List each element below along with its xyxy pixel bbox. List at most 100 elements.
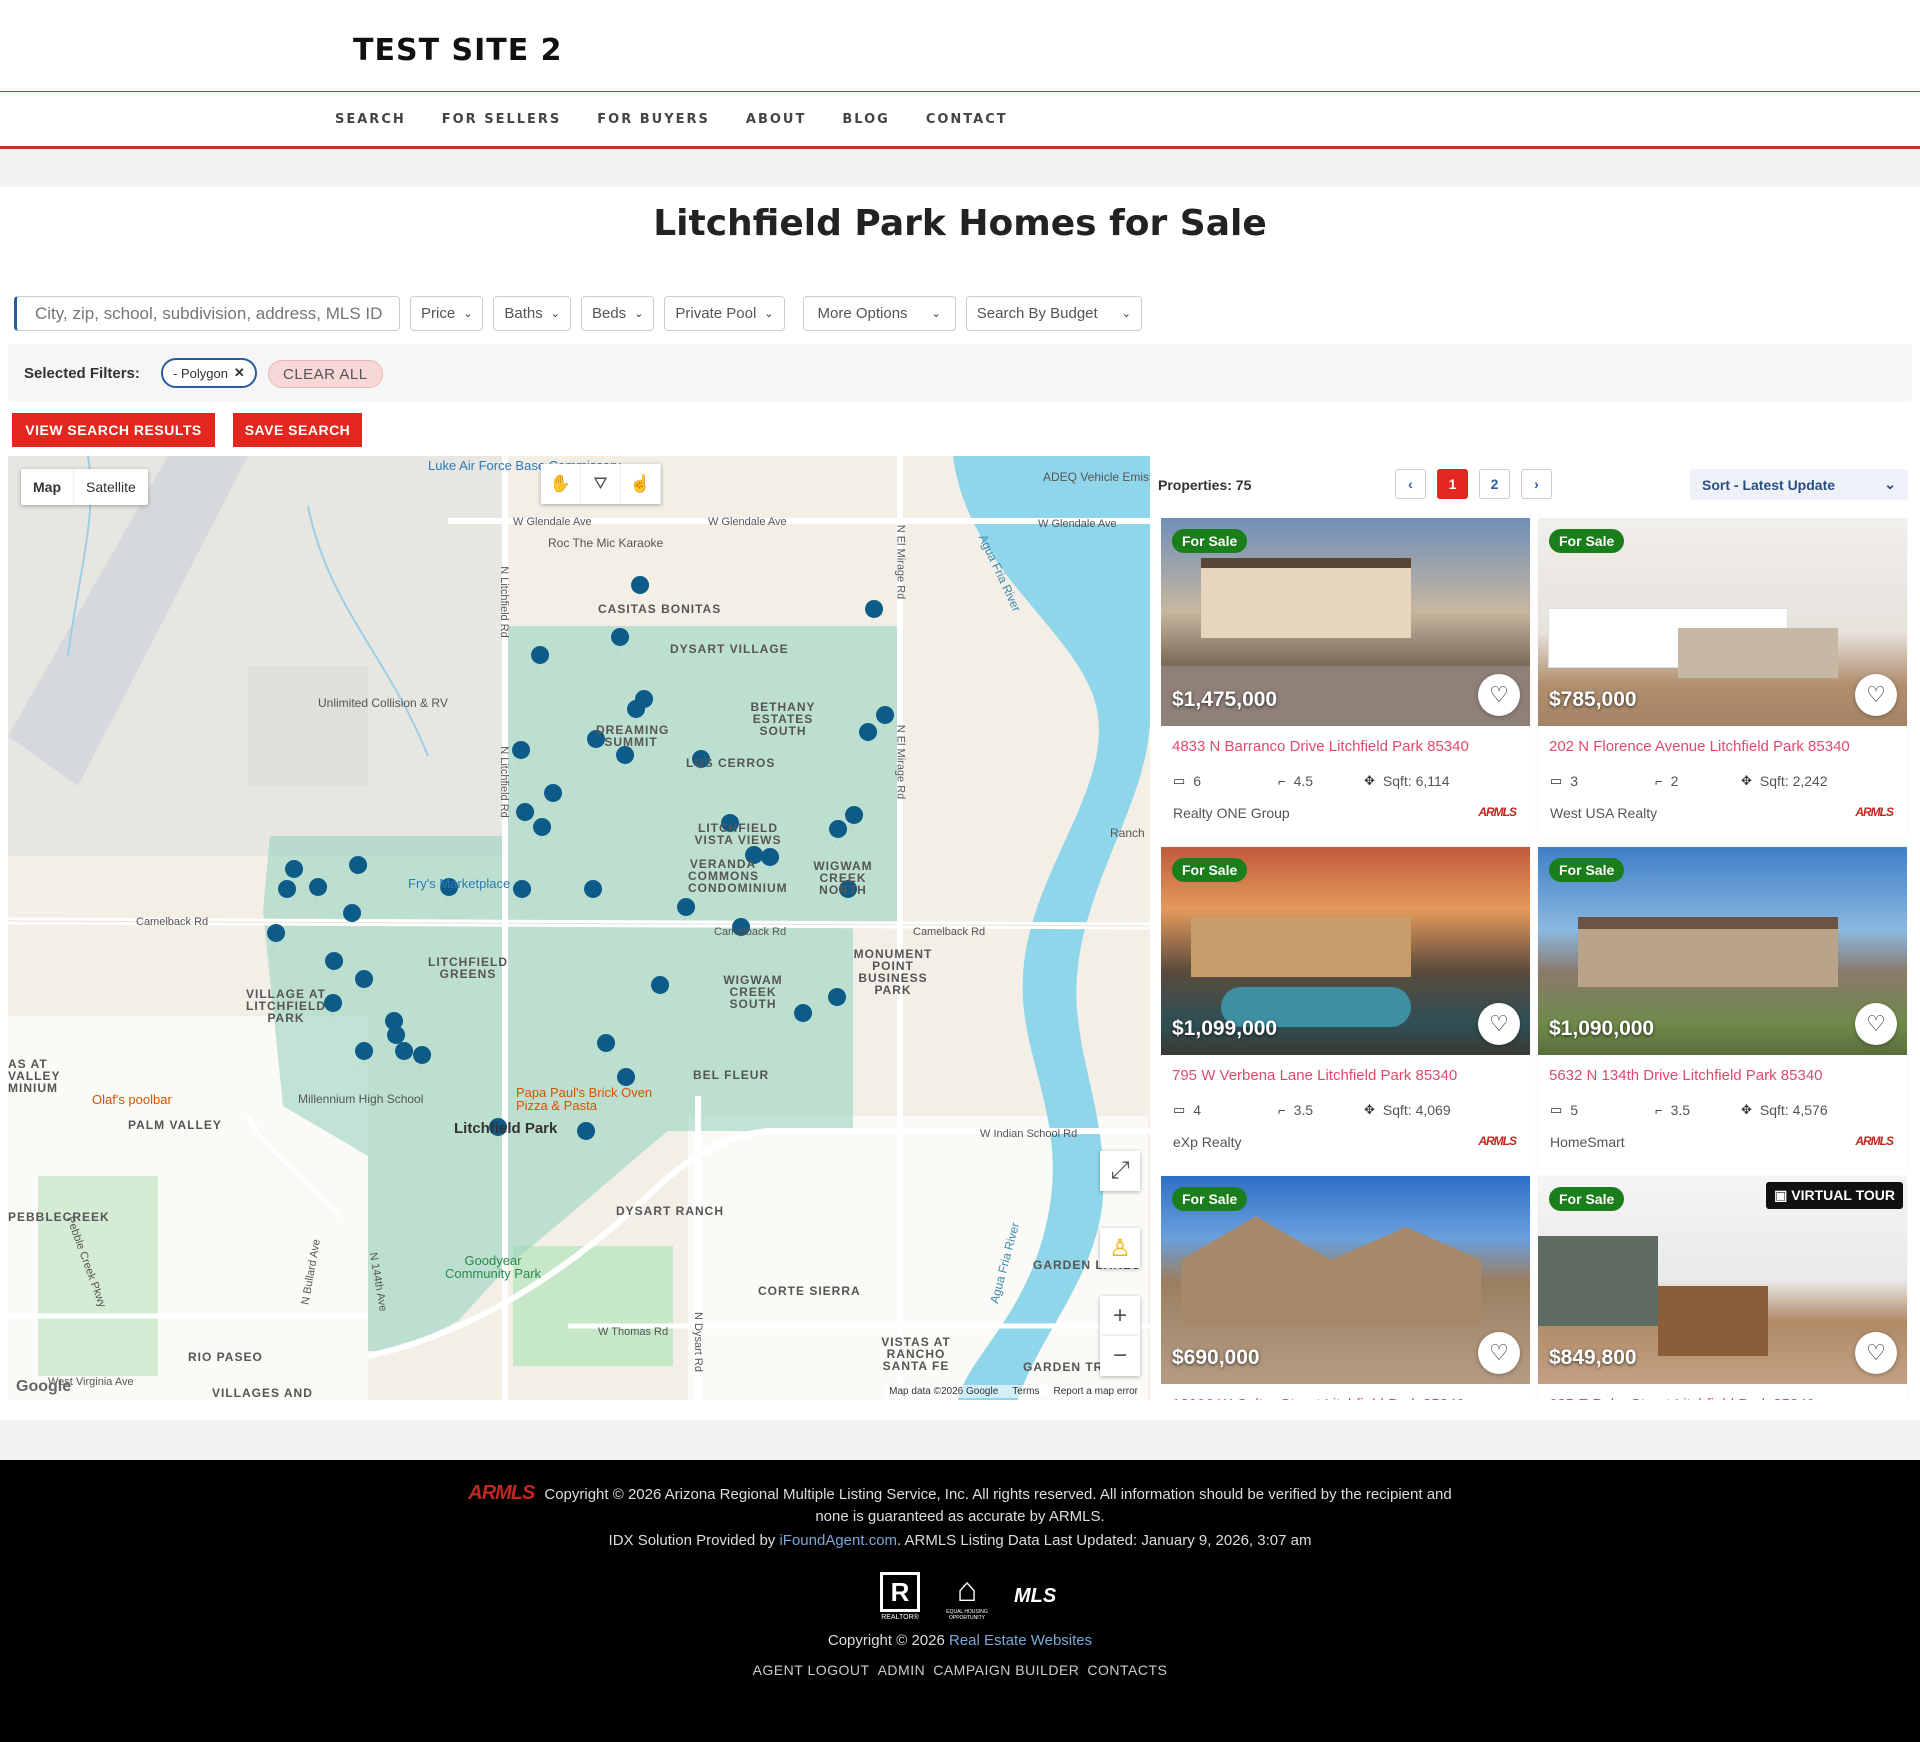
listing-marker: [544, 784, 563, 816]
map-type-satellite[interactable]: Satellite: [74, 469, 148, 505]
map-label: W Glendale Ave: [513, 516, 592, 528]
listing-address[interactable]: 5632 N 134th Drive Litchfield Park 85340: [1538, 1055, 1907, 1084]
search-input[interactable]: [14, 296, 400, 331]
armls-logo: ARMLS: [1855, 805, 1894, 819]
nav-for-sellers[interactable]: FOR SELLERS: [442, 112, 562, 127]
listing-address[interactable]: 795 W Verbena Lane Litchfield Park 85340: [1161, 1055, 1530, 1084]
next-page-button[interactable]: ›: [1521, 469, 1552, 499]
baths-dropdown[interactable]: Baths ⌄: [493, 296, 571, 331]
baths-stat: ⌐ 3.5: [1278, 1102, 1364, 1118]
nav-blog[interactable]: BLOG: [842, 112, 889, 127]
heart-icon[interactable]: ♡: [1478, 1003, 1520, 1045]
page-1-button[interactable]: 1: [1437, 469, 1468, 499]
map-type-map[interactable]: Map: [21, 469, 74, 505]
save-search-button[interactable]: SAVE SEARCH: [233, 413, 362, 447]
zoom-in-icon[interactable]: +: [1100, 1296, 1140, 1336]
beds-dropdown[interactable]: Beds ⌄: [580, 296, 655, 331]
site-header: TEST SITE 2: [0, 0, 1920, 92]
price-dropdown[interactable]: Price ⌄: [410, 296, 484, 331]
listing-card[interactable]: For Sale $1,090,000 ♡ 5632 N 134th Drive…: [1538, 847, 1907, 1168]
map-label: RIO PASEO: [188, 1350, 263, 1364]
listing-address[interactable]: 4833 N Barranco Drive Litchfield Park 85…: [1161, 726, 1530, 755]
hand-icon[interactable]: ✋: [541, 464, 581, 504]
divider-band: [0, 149, 1920, 187]
listing-address[interactable]: 13006 W Colter Street Litchfield Park 85…: [1161, 1384, 1530, 1400]
listing-photo[interactable]: For Sale $1,099,000 ♡: [1161, 847, 1530, 1055]
nav-about[interactable]: ABOUT: [746, 112, 806, 127]
contacts-link[interactable]: CONTACTS: [1087, 1662, 1167, 1678]
listing-marker: [865, 600, 884, 632]
nav-for-buyers[interactable]: FOR BUYERS: [597, 112, 710, 127]
chevron-down-icon: ⌄: [550, 308, 560, 320]
heart-icon[interactable]: ♡: [1478, 1332, 1520, 1374]
map-label: Camelback Rd: [913, 926, 986, 938]
map[interactable]: Luke Air Force Base Commissary ADEQ Vehi…: [8, 456, 1150, 1400]
campaign-builder-link[interactable]: CAMPAIGN BUILDER: [933, 1662, 1079, 1678]
heart-icon[interactable]: ♡: [1478, 674, 1520, 716]
heart-icon[interactable]: ♡: [1855, 674, 1897, 716]
beds-value: 6: [1193, 773, 1202, 789]
listing-photo[interactable]: For Sale $690,000 ♡: [1161, 1176, 1530, 1384]
listing-price: $690,000: [1172, 1346, 1260, 1369]
listing-photo[interactable]: For Sale $1,090,000 ♡: [1538, 847, 1907, 1055]
virtual-tour-label: VIRTUAL TOUR: [1791, 1187, 1895, 1203]
polygon-draw-icon[interactable]: ⛛: [581, 464, 621, 504]
listing-card[interactable]: For Sale $785,000 ♡ 202 N Florence Avenu…: [1538, 518, 1907, 839]
map-label: CASITAS BONITAS: [598, 602, 722, 616]
listing-broker: Realty ONE Group: [1173, 805, 1290, 821]
listing-price: $849,800: [1549, 1346, 1637, 1369]
listing-card[interactable]: For Sale $1,099,000 ♡ 795 W Verbena Lane…: [1161, 847, 1530, 1168]
map-label: Litchfield Park: [454, 1120, 558, 1137]
page-2-button[interactable]: 2: [1479, 469, 1510, 499]
listing-card[interactable]: For Sale ▣ VIRTUAL TOUR $849,800 ♡ 685 E…: [1538, 1176, 1907, 1400]
site-title[interactable]: TEST SITE 2: [353, 33, 563, 68]
listing-price: $1,475,000: [1172, 688, 1278, 711]
listing-broker: eXp Realty: [1173, 1134, 1242, 1150]
pegman-icon[interactable]: ♙: [1100, 1228, 1140, 1268]
listing-marker: [278, 880, 297, 912]
private-pool-dropdown[interactable]: Private Pool ⌄: [664, 296, 785, 331]
pointer-icon[interactable]: ☝: [621, 464, 661, 504]
sort-dropdown[interactable]: Sort - Latest Update ⌄: [1690, 469, 1908, 500]
status-badge: For Sale: [1172, 529, 1248, 553]
nav-search[interactable]: SEARCH: [335, 112, 406, 127]
main-nav: SEARCH FOR SELLERS FOR BUYERS ABOUT BLOG…: [0, 92, 1920, 149]
heart-icon[interactable]: ♡: [1855, 1332, 1897, 1374]
nav-contact[interactable]: CONTACT: [926, 112, 1008, 127]
close-icon[interactable]: ✕: [234, 365, 245, 381]
listing-address[interactable]: 202 N Florence Avenue Litchfield Park 85…: [1538, 726, 1907, 755]
map-terms-link[interactable]: Terms: [1012, 1386, 1039, 1397]
real-estate-websites-link[interactable]: Real Estate Websites: [949, 1632, 1092, 1649]
house-shape: [1191, 917, 1411, 977]
listing-address[interactable]: 685 E Palm Street Litchfield Park 85340: [1538, 1384, 1907, 1400]
pagination: ‹ 1 2 ›: [1395, 469, 1552, 499]
listing-marker: [533, 818, 552, 850]
listing-photo[interactable]: For Sale $785,000 ♡: [1538, 518, 1907, 726]
listing-card[interactable]: For Sale $690,000 ♡ 13006 W Colter Stree…: [1161, 1176, 1530, 1400]
fullscreen-icon[interactable]: ⤢: [1100, 1151, 1140, 1191]
more-options-dropdown[interactable]: More Options ⌄: [802, 296, 956, 331]
listing-broker: HomeSmart: [1550, 1134, 1625, 1150]
properties-count: Properties: 75: [1158, 477, 1252, 493]
clear-all-button[interactable]: CLEAR ALL: [268, 360, 383, 388]
listing-photo[interactable]: For Sale ▣ VIRTUAL TOUR $849,800 ♡: [1538, 1176, 1907, 1384]
listing-card[interactable]: For Sale $1,475,000 ♡ 4833 N Barranco Dr…: [1161, 518, 1530, 839]
prev-page-button[interactable]: ‹: [1395, 469, 1426, 499]
admin-link[interactable]: ADMIN: [878, 1662, 926, 1678]
listing-marker: [512, 741, 531, 773]
video-icon: ▣: [1774, 1187, 1792, 1203]
filter-chip-polygon[interactable]: - Polygon ✕: [161, 358, 257, 388]
armls-logo: ARMLS: [1478, 805, 1517, 819]
zoom-out-icon[interactable]: −: [1100, 1336, 1140, 1376]
sqft-stat: ✥ Sqft: 4,576: [1741, 1102, 1828, 1118]
report-map-error-link[interactable]: Report a map error: [1054, 1386, 1138, 1397]
map-label: W Thomas Rd: [598, 1326, 669, 1338]
selected-filters: Selected Filters: - Polygon ✕ CLEAR ALL: [8, 344, 1912, 402]
search-by-budget-dropdown[interactable]: Search By Budget ⌄: [965, 296, 1142, 331]
listing-marker: [267, 924, 286, 956]
listing-photo[interactable]: For Sale $1,475,000 ♡: [1161, 518, 1530, 726]
agent-logout-link[interactable]: AGENT LOGOUT: [753, 1662, 870, 1678]
heart-icon[interactable]: ♡: [1855, 1003, 1897, 1045]
view-search-results-button[interactable]: VIEW SEARCH RESULTS: [12, 413, 215, 447]
ifoundagent-link[interactable]: iFoundAgent.com: [779, 1532, 897, 1549]
